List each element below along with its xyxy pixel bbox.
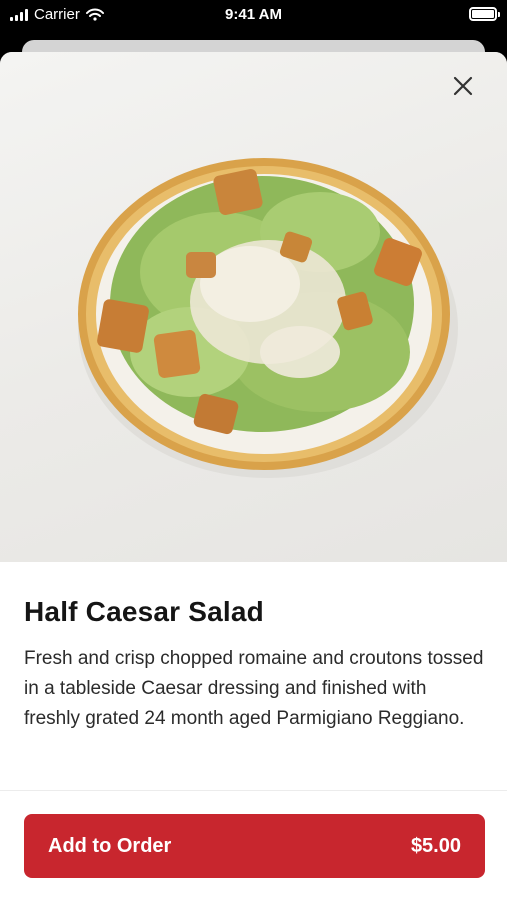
item-detail-sheet: Half Caesar Salad Fresh and crisp choppe… <box>0 52 507 900</box>
status-time: 9:41 AM <box>225 6 282 23</box>
add-to-order-button[interactable]: Add to Order $5.00 <box>24 814 485 878</box>
item-image <box>0 52 507 562</box>
item-description: Fresh and crisp chopped romaine and crou… <box>24 648 484 729</box>
price-label: $5.00 <box>410 834 461 857</box>
battery-icon <box>469 7 500 21</box>
add-to-order-label: Add to Order <box>48 834 172 857</box>
close-icon <box>453 76 473 96</box>
status-bar: Carrier 9:41 AM <box>0 0 507 32</box>
salad-bowl-illustration <box>78 158 458 478</box>
close-button[interactable] <box>453 76 485 108</box>
item-title: Half Caesar Salad <box>24 596 264 627</box>
divider <box>0 790 507 791</box>
